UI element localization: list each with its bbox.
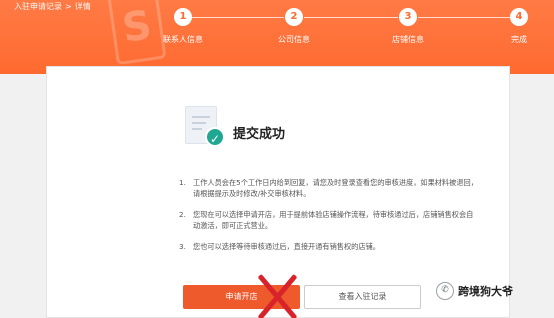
- check-icon: ✓: [205, 127, 225, 147]
- step-label: 联系人信息: [163, 35, 203, 44]
- step-store: 3 店铺信息: [368, 8, 448, 45]
- progress-steps: 1 联系人信息 2 公司信息 3 店铺信息 4 完成: [0, 0, 554, 74]
- list-item-number: 1.: [179, 178, 186, 187]
- instruction-list: 1. 工作人员会在5个工作日内给到回复，请您及时登录查看您的审核进度，如果材料被…: [179, 177, 479, 262]
- step-label: 店铺信息: [392, 35, 424, 44]
- list-item-number: 3.: [179, 242, 186, 251]
- red-cross-mark: [256, 273, 298, 318]
- step-number: 4: [510, 8, 528, 26]
- document-line: [192, 128, 202, 130]
- wechat-logo-icon: ✆: [436, 282, 454, 300]
- step-label: 公司信息: [278, 35, 310, 44]
- list-item-text: 工作人员会在5个工作日内给到回复，请您及时登录查看您的审核进度，如果材料被退回，…: [193, 178, 478, 198]
- success-document-icon: ✓: [185, 106, 225, 147]
- view-records-button[interactable]: 查看入驻记录: [304, 285, 421, 309]
- list-item: 1. 工作人员会在5个工作日内给到回复，请您及时登录查看您的审核进度，如果材料被…: [179, 177, 479, 199]
- list-item-text: 您也可以选择等待审核通过后，直接开通有销售权的店铺。: [193, 242, 380, 251]
- step-label: 完成: [511, 35, 527, 44]
- result-card: ✓ 提交成功 1. 工作人员会在5个工作日内给到回复，请您及时登录查看您的审核进…: [46, 66, 510, 318]
- list-item-number: 2.: [179, 210, 186, 219]
- list-item: 3. 您也可以选择等待审核通过后，直接开通有销售权的店铺。: [179, 241, 479, 252]
- header-banner: S 入驻申请记录 > 详情 1 联系人信息 2 公司信息 3 店铺信息 4 完成: [0, 0, 554, 74]
- step-company: 2 公司信息: [254, 8, 334, 45]
- page-title: 提交成功: [233, 127, 286, 142]
- step-number: 1: [174, 8, 192, 26]
- step-contact: 1 联系人信息: [143, 8, 223, 45]
- watermark-text: 跨境狗大爷: [458, 285, 513, 298]
- step-complete: 4 完成: [479, 8, 554, 45]
- step-number: 2: [285, 8, 303, 26]
- account-watermark: ✆ 跨境狗大爷: [436, 282, 513, 300]
- list-item-text: 您现在可以选择申请开店，用于提前体验店铺操作流程，待审核通过后，店铺销售权会自动…: [193, 210, 474, 230]
- list-item: 2. 您现在可以选择申请开店，用于提前体验店铺操作流程，待审核通过后，店铺销售权…: [179, 209, 479, 231]
- document-line: [192, 122, 206, 124]
- step-number: 3: [399, 8, 417, 26]
- document-line: [192, 116, 210, 118]
